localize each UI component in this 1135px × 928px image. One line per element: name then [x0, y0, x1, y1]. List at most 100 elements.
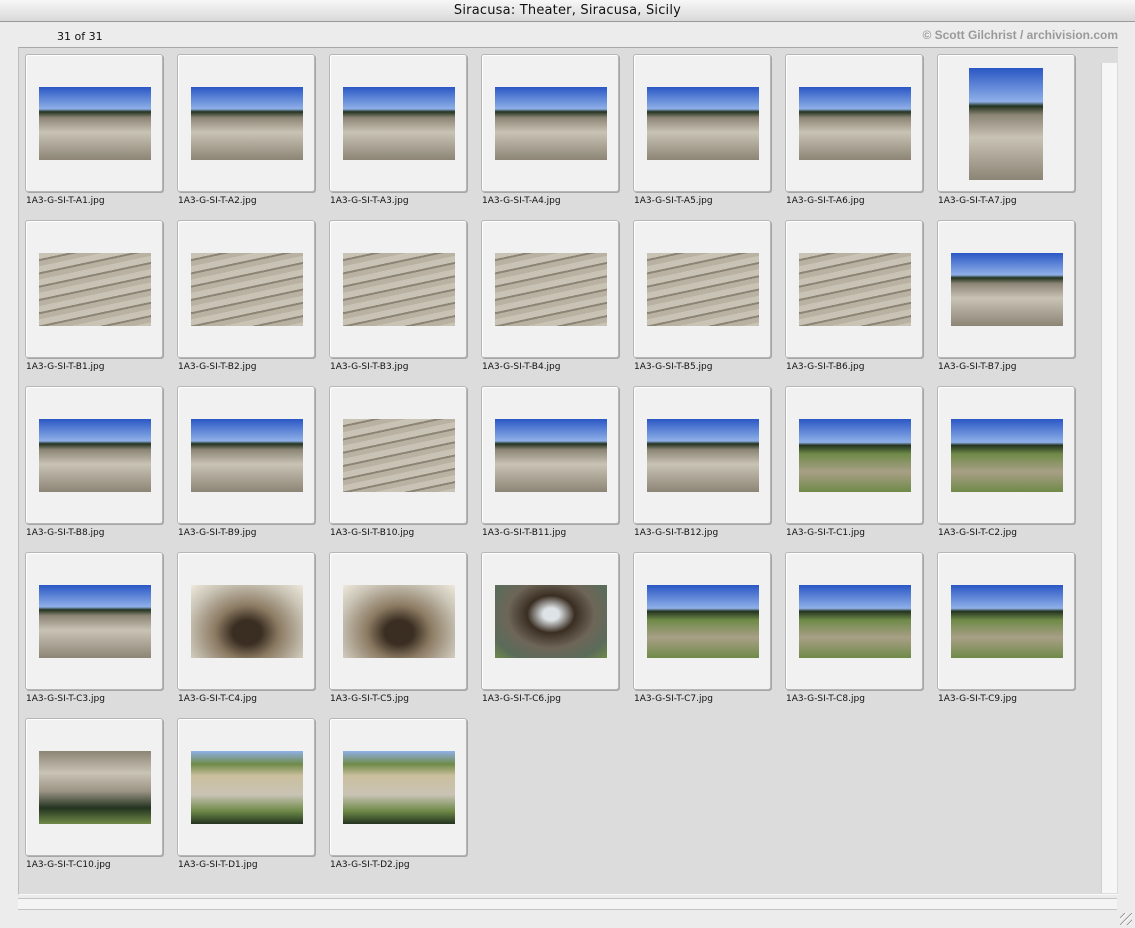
thumbnail-item[interactable]: 1A3-G-SI-T-A4.jpg: [481, 54, 633, 220]
thumbnail-image[interactable]: [39, 87, 151, 160]
thumbnail-item[interactable]: 1A3-G-SI-T-C8.jpg: [785, 552, 937, 718]
thumbnail-image[interactable]: [951, 419, 1063, 492]
thumbnail-item[interactable]: 1A3-G-SI-T-B11.jpg: [481, 386, 633, 552]
thumbnail-item[interactable]: 1A3-G-SI-T-C6.jpg: [481, 552, 633, 718]
slide-frame[interactable]: [329, 220, 467, 358]
thumbnail-item[interactable]: 1A3-G-SI-T-C9.jpg: [937, 552, 1089, 718]
slide-frame[interactable]: [785, 386, 923, 524]
thumbnail-image[interactable]: [495, 87, 607, 160]
slide-frame[interactable]: [481, 552, 619, 690]
thumbnail-image[interactable]: [647, 585, 759, 658]
thumbnail-image[interactable]: [191, 751, 303, 824]
slide-frame[interactable]: [177, 54, 315, 192]
thumbnail-image[interactable]: [799, 585, 911, 658]
thumbnail-image[interactable]: [647, 253, 759, 326]
thumbnail-item[interactable]: 1A3-G-SI-T-A3.jpg: [329, 54, 481, 220]
thumbnail-item[interactable]: 1A3-G-SI-T-A5.jpg: [633, 54, 785, 220]
slide-frame[interactable]: [937, 220, 1075, 358]
thumbnail-image[interactable]: [39, 253, 151, 326]
slide-frame[interactable]: [633, 54, 771, 192]
thumbnail-filename: 1A3-G-SI-T-C5.jpg: [330, 694, 409, 704]
thumbnail-filename: 1A3-G-SI-T-C9.jpg: [938, 694, 1017, 704]
slide-frame[interactable]: [633, 220, 771, 358]
slide-frame[interactable]: [25, 386, 163, 524]
vertical-scrollbar[interactable]: [1101, 63, 1117, 893]
thumbnail-item[interactable]: 1A3-G-SI-T-D2.jpg: [329, 718, 481, 884]
thumbnail-item[interactable]: 1A3-G-SI-T-B1.jpg: [25, 220, 177, 386]
slide-frame[interactable]: [937, 386, 1075, 524]
thumbnail-item[interactable]: 1A3-G-SI-T-A2.jpg: [177, 54, 329, 220]
slide-frame[interactable]: [329, 718, 467, 856]
thumbnail-image[interactable]: [343, 87, 455, 160]
slide-frame[interactable]: [25, 718, 163, 856]
slide-frame[interactable]: [25, 220, 163, 358]
thumbnail-item[interactable]: 1A3-G-SI-T-C4.jpg: [177, 552, 329, 718]
thumbnail-item[interactable]: 1A3-G-SI-T-C3.jpg: [25, 552, 177, 718]
thumbnail-image[interactable]: [951, 253, 1063, 326]
thumbnail-image[interactable]: [191, 419, 303, 492]
slide-frame[interactable]: [785, 54, 923, 192]
thumbnail-image[interactable]: [191, 87, 303, 160]
slide-frame[interactable]: [785, 552, 923, 690]
resize-grip-icon[interactable]: [1120, 913, 1132, 925]
slide-frame[interactable]: [25, 54, 163, 192]
thumbnail-image[interactable]: [951, 585, 1063, 658]
thumbnail-image[interactable]: [39, 585, 151, 658]
slide-frame[interactable]: [937, 54, 1075, 192]
thumbnail-item[interactable]: 1A3-G-SI-T-B2.jpg: [177, 220, 329, 386]
slide-frame[interactable]: [481, 386, 619, 524]
thumbnail-item[interactable]: 1A3-G-SI-T-B7.jpg: [937, 220, 1089, 386]
thumbnail-image[interactable]: [647, 87, 759, 160]
thumbnail-filename: 1A3-G-SI-T-C7.jpg: [634, 694, 713, 704]
slide-frame[interactable]: [329, 552, 467, 690]
thumbnail-image[interactable]: [39, 419, 151, 492]
slide-frame[interactable]: [481, 220, 619, 358]
slide-frame[interactable]: [25, 552, 163, 690]
slide-frame[interactable]: [633, 552, 771, 690]
thumbnail-item[interactable]: 1A3-G-SI-T-A1.jpg: [25, 54, 177, 220]
thumbnail-filename: 1A3-G-SI-T-B2.jpg: [178, 362, 257, 372]
thumbnail-item[interactable]: 1A3-G-SI-T-B3.jpg: [329, 220, 481, 386]
thumbnail-image[interactable]: [495, 419, 607, 492]
slide-frame[interactable]: [177, 718, 315, 856]
thumbnail-item[interactable]: 1A3-G-SI-T-A6.jpg: [785, 54, 937, 220]
thumbnail-item[interactable]: 1A3-G-SI-T-C1.jpg: [785, 386, 937, 552]
thumbnail-image[interactable]: [343, 585, 455, 658]
thumbnail-item[interactable]: 1A3-G-SI-T-A7.jpg: [937, 54, 1089, 220]
slide-frame[interactable]: [633, 386, 771, 524]
thumbnail-item[interactable]: 1A3-G-SI-T-B9.jpg: [177, 386, 329, 552]
slide-frame[interactable]: [177, 386, 315, 524]
thumbnail-image[interactable]: [39, 751, 151, 824]
slide-frame[interactable]: [785, 220, 923, 358]
thumbnail-item[interactable]: 1A3-G-SI-T-B8.jpg: [25, 386, 177, 552]
thumbnail-item[interactable]: 1A3-G-SI-T-B12.jpg: [633, 386, 785, 552]
thumbnail-item[interactable]: 1A3-G-SI-T-C7.jpg: [633, 552, 785, 718]
thumbnail-image[interactable]: [495, 253, 607, 326]
thumbnail-item[interactable]: 1A3-G-SI-T-B10.jpg: [329, 386, 481, 552]
thumbnail-image[interactable]: [343, 751, 455, 824]
thumbnail-item[interactable]: 1A3-G-SI-T-B5.jpg: [633, 220, 785, 386]
horizontal-scrollbar[interactable]: [18, 898, 1117, 910]
slide-frame[interactable]: [481, 54, 619, 192]
thumbnail-image[interactable]: [343, 419, 455, 492]
slide-frame[interactable]: [177, 552, 315, 690]
thumbnail-item[interactable]: 1A3-G-SI-T-B4.jpg: [481, 220, 633, 386]
slide-frame[interactable]: [937, 552, 1075, 690]
thumbnail-image[interactable]: [495, 585, 607, 658]
thumbnail-image[interactable]: [799, 419, 911, 492]
slide-frame[interactable]: [177, 220, 315, 358]
thumbnail-item[interactable]: 1A3-G-SI-T-D1.jpg: [177, 718, 329, 884]
thumbnail-item[interactable]: 1A3-G-SI-T-C10.jpg: [25, 718, 177, 884]
thumbnail-image[interactable]: [799, 253, 911, 326]
slide-frame[interactable]: [329, 386, 467, 524]
thumbnail-image[interactable]: [969, 68, 1043, 180]
thumbnail-image[interactable]: [191, 585, 303, 658]
thumbnail-item[interactable]: 1A3-G-SI-T-C2.jpg: [937, 386, 1089, 552]
thumbnail-image[interactable]: [191, 253, 303, 326]
thumbnail-image[interactable]: [799, 87, 911, 160]
thumbnail-image[interactable]: [647, 419, 759, 492]
thumbnail-item[interactable]: 1A3-G-SI-T-C5.jpg: [329, 552, 481, 718]
thumbnail-item[interactable]: 1A3-G-SI-T-B6.jpg: [785, 220, 937, 386]
slide-frame[interactable]: [329, 54, 467, 192]
thumbnail-image[interactable]: [343, 253, 455, 326]
